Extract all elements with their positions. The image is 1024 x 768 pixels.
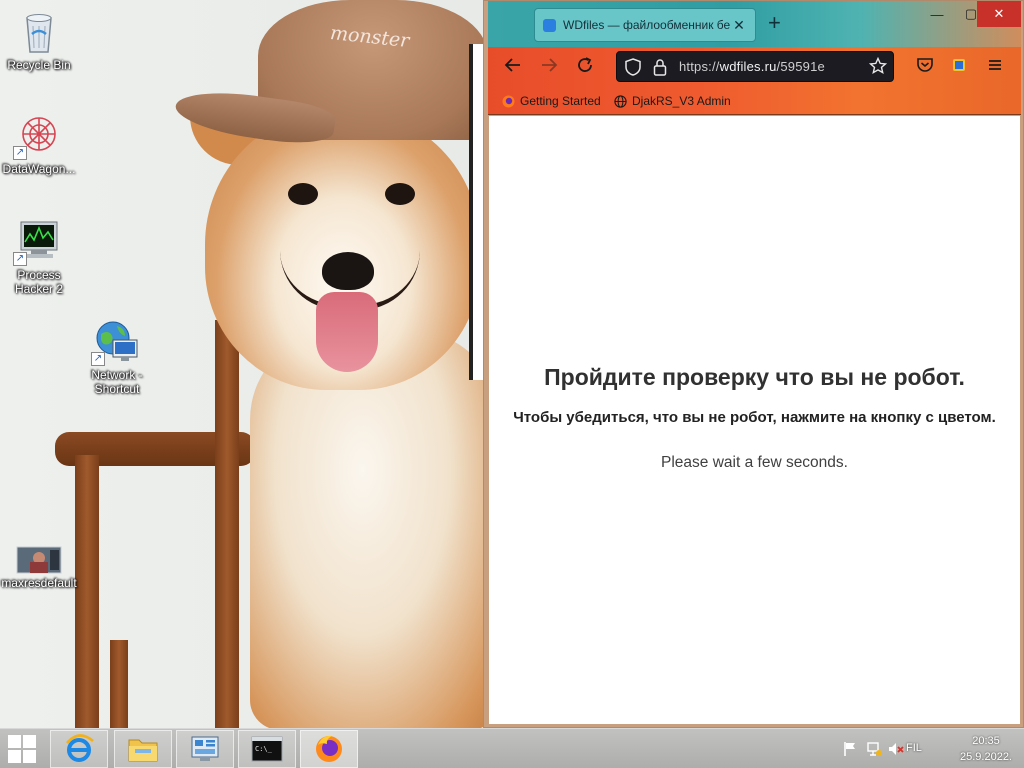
- menu-hamburger-icon[interactable]: [984, 56, 1006, 78]
- dog-tongue: [316, 292, 378, 372]
- taskbar-command-prompt[interactable]: C:\_: [238, 730, 296, 768]
- chair-leg: [75, 455, 99, 728]
- browser-tab[interactable]: WDfiles — файлообменник бе ✕: [534, 8, 756, 42]
- windows-logo-pane: [8, 735, 21, 748]
- minimize-button[interactable]: —: [920, 1, 954, 27]
- shortcut-arrow-icon: ↗: [13, 146, 27, 160]
- globe-icon: [614, 94, 627, 108]
- verification-heading: Пройдите проверку что вы не робот.: [544, 364, 965, 390]
- desktop-icon-label: DataWagon...: [2, 162, 76, 176]
- bookmarks-toolbar: Getting Started DjakRS_V3 Admin: [488, 87, 1021, 115]
- verification-instructions: Чтобы убедиться, что вы не робот, нажмит…: [513, 409, 996, 426]
- desktop-icon-label: Recycle Bin: [7, 58, 71, 72]
- chair-leg: [215, 320, 239, 728]
- process-hacker-icon: ↗: [13, 218, 63, 266]
- tracking-shield-icon[interactable]: [625, 58, 641, 81]
- desktop-icon-process-hacker[interactable]: ↗ Process Hacker 2: [0, 218, 78, 296]
- svg-text:C:\_: C:\_: [255, 745, 273, 753]
- clock-time: 20:35: [972, 735, 1000, 747]
- bookmark-djakrs-admin[interactable]: DjakRS_V3 Admin: [614, 94, 731, 108]
- network-status-icon[interactable]: [866, 741, 882, 757]
- input-language-indicator[interactable]: FIL: [906, 742, 922, 754]
- desktop-icon-network-shortcut[interactable]: ↗ Network - Shortcut: [78, 318, 156, 396]
- navigation-toolbar: https://wdfiles.ru/59591e: [488, 47, 1021, 87]
- extension-icon[interactable]: [948, 56, 970, 78]
- taskbar-file-explorer[interactable]: [114, 730, 172, 768]
- recycle-bin-icon: [15, 8, 63, 56]
- windows-logo-pane: [8, 750, 21, 763]
- close-window-button[interactable]: ✕: [977, 1, 1021, 27]
- tab-title: WDfiles — файлообменник бе: [563, 18, 731, 32]
- background-window-edge[interactable]: [469, 44, 483, 380]
- firefox-logo-icon: [502, 95, 515, 108]
- dog-nose: [322, 252, 374, 290]
- windows-logo-pane: [23, 735, 36, 748]
- chair-leg: [110, 640, 128, 728]
- taskbar-control-panel[interactable]: [176, 730, 234, 768]
- command-prompt-icon: C:\_: [251, 736, 283, 762]
- forward-arrow-icon[interactable]: [538, 56, 560, 78]
- bookmark-label: Getting Started: [520, 94, 601, 108]
- datawagon-icon: ↗: [13, 112, 63, 160]
- folder-icon: [128, 739, 158, 762]
- action-center-flag-icon[interactable]: [842, 741, 858, 757]
- control-panel-icon: [191, 736, 219, 761]
- windows-start-button[interactable]: [8, 735, 38, 763]
- browser-titlebar[interactable]: WDfiles — файлообменник бе ✕ + — ▢ ✕: [488, 1, 1021, 47]
- clock-date: 25.9.2022.: [960, 751, 1012, 763]
- page-content: Пройдите проверку что вы не робот. Чтобы…: [489, 116, 1020, 724]
- taskbar-firefox[interactable]: [300, 730, 358, 768]
- firefox-window[interactable]: WDfiles — файлообменник бе ✕ + — ▢ ✕ htt…: [483, 0, 1024, 728]
- image-thumbnail-icon: [15, 546, 63, 574]
- dog-eye: [385, 183, 415, 205]
- desktop-icon-label: Network - Shortcut: [91, 368, 143, 396]
- address-bar[interactable]: https://wdfiles.ru/59591e: [616, 51, 894, 82]
- site-favicon-icon: [543, 18, 556, 32]
- desktop-icon-label: maxresdefault: [1, 576, 77, 590]
- back-arrow-icon[interactable]: [502, 56, 524, 78]
- reload-icon[interactable]: [574, 56, 596, 78]
- taskbar-internet-explorer[interactable]: [50, 730, 108, 768]
- desktop-icon-recycle-bin[interactable]: Recycle Bin: [0, 8, 78, 72]
- system-tray: FIL 20:35 25.9.2022.: [824, 729, 1024, 768]
- shortcut-arrow-icon: ↗: [91, 352, 105, 366]
- internet-explorer-icon: [66, 734, 94, 762]
- desktop-icon-label: Process Hacker 2: [14, 268, 64, 296]
- url-host: wdfiles.ru: [719, 59, 777, 74]
- desktop-icon-datawagon[interactable]: ↗ DataWagon...: [0, 112, 78, 176]
- lock-icon[interactable]: [653, 58, 667, 81]
- network-icon: ↗: [91, 318, 141, 366]
- dog-body: [250, 330, 500, 728]
- shortcut-arrow-icon: ↗: [13, 252, 27, 266]
- taskbar: C:\_ FIL 20:35 25.9.2022.: [0, 728, 1024, 768]
- url-text[interactable]: https://wdfiles.ru/59591e: [679, 59, 825, 74]
- url-scheme: https://: [679, 59, 720, 74]
- dog-eye: [288, 183, 318, 205]
- bookmark-star-icon[interactable]: [868, 56, 888, 80]
- tab-close-button[interactable]: ✕: [731, 17, 747, 34]
- volume-muted-icon[interactable]: [888, 741, 904, 757]
- pocket-icon[interactable]: [914, 56, 936, 78]
- system-clock[interactable]: 20:35 25.9.2022.: [952, 733, 1020, 765]
- desktop-icon-maxresdefault[interactable]: maxresdefault: [0, 546, 78, 590]
- bookmark-getting-started[interactable]: Getting Started: [502, 94, 601, 108]
- windows-logo-pane: [23, 750, 36, 763]
- firefox-icon: [316, 735, 342, 762]
- bookmark-label: DjakRS_V3 Admin: [632, 94, 731, 108]
- url-path: /59591e: [776, 59, 825, 74]
- wait-message: Please wait a few seconds.: [661, 454, 848, 471]
- new-tab-button[interactable]: +: [768, 12, 781, 34]
